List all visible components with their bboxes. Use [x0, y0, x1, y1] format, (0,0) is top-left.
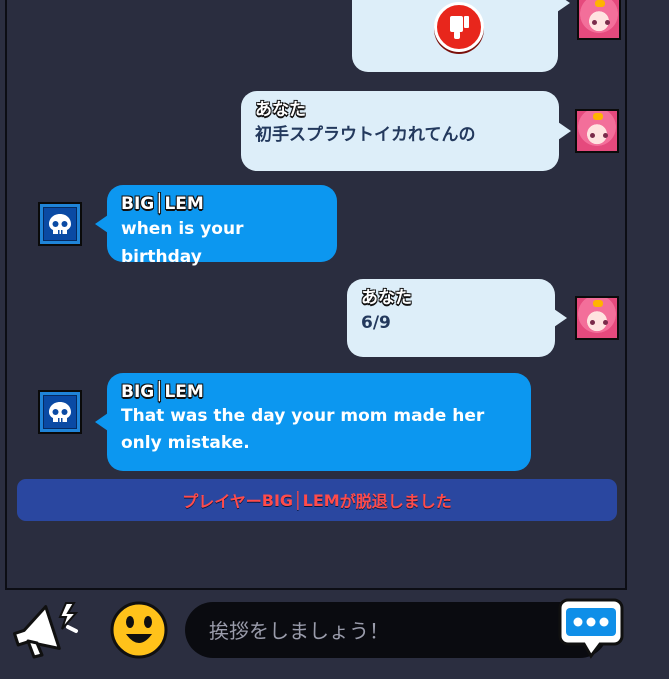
message-sender: あなた	[255, 100, 306, 120]
message-bubble-other: BIG│LEM when is your birthday	[95, 185, 337, 267]
chat-input[interactable]	[207, 610, 541, 652]
message-text: 初手スプラウトイカれてんの	[255, 125, 476, 145]
skull-icon	[49, 402, 71, 422]
system-message-player-name: BIG│LEM	[261, 490, 340, 510]
other-avatar[interactable]	[38, 390, 82, 434]
megaphone-icon[interactable]	[10, 597, 86, 665]
message-bubble-other: BIG│LEM That was the day your mom made h…	[95, 373, 531, 471]
chat-bubble-icon[interactable]	[556, 594, 626, 664]
message-text: when is your birthday	[121, 219, 244, 267]
message-text: That was the day your mom made her only …	[121, 406, 485, 453]
system-message-suffix: が脱退しました	[339, 492, 452, 511]
skull-icon	[49, 214, 71, 234]
message-sender: BIG│LEM	[121, 382, 204, 402]
thumbs-down-icon	[434, 2, 484, 52]
other-avatar[interactable]	[38, 202, 82, 246]
message-sender: あなた	[361, 288, 412, 308]
my-avatar	[577, 0, 621, 40]
bow-icon	[595, 0, 605, 7]
emoji-icon[interactable]	[109, 600, 169, 660]
system-message-prefix: プレイヤー	[182, 492, 262, 511]
my-avatar	[575, 109, 619, 153]
message-text: 6/9	[361, 313, 391, 333]
system-message: プレイヤー BIG│LEM が脱退しました	[17, 479, 617, 521]
bow-icon	[593, 113, 603, 120]
message-sender: BIG│LEM	[121, 194, 204, 214]
message-bubble-mine: あなた 初手スプラウトイカれてんの	[241, 91, 571, 171]
chat-input-container[interactable]	[185, 602, 608, 658]
my-avatar	[575, 296, 619, 340]
bow-icon	[593, 300, 603, 307]
message-bubble-reaction	[352, 0, 570, 72]
message-bubble-mine: あなた 6/9	[347, 279, 567, 357]
